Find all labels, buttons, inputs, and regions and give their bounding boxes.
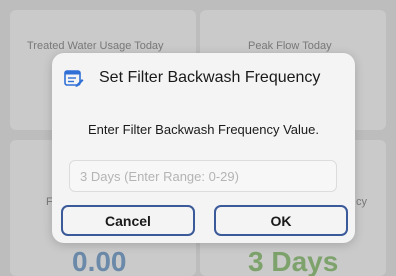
edit-list-icon: [64, 70, 84, 88]
dialog-message: Enter Filter Backwash Frequency Value.: [88, 122, 319, 137]
dialog-title: Set Filter Backwash Frequency: [99, 69, 321, 86]
cancel-button[interactable]: Cancel: [61, 205, 195, 236]
ok-button[interactable]: OK: [214, 205, 348, 236]
backwash-frequency-dialog: Set Filter Backwash Frequency Enter Filt…: [52, 53, 355, 243]
screen: Treated Water Usage Today Peak Flow Toda…: [0, 0, 396, 276]
frequency-input[interactable]: [69, 160, 337, 192]
